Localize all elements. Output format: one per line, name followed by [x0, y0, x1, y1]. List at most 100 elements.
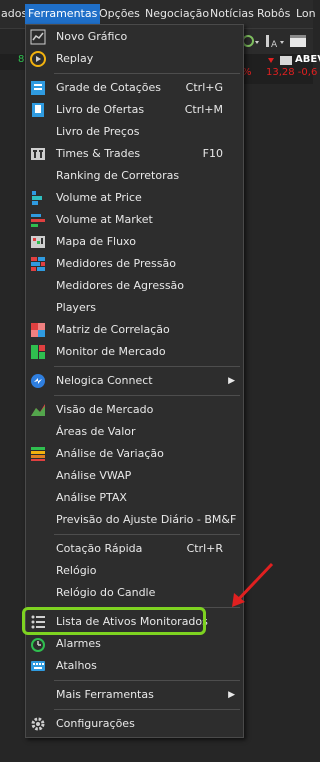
menu-item-label: Análise VWAP: [56, 469, 132, 482]
volume-market-icon: [30, 212, 46, 228]
left-strip: 8: [0, 54, 25, 70]
toolbar-icons[interactable]: A: [240, 29, 313, 54]
menu-separator: [54, 680, 240, 681]
svg-text:A: A: [271, 40, 278, 50]
menu-item-cotacao-rapida[interactable]: Cotação Rápida Ctrl+R: [26, 538, 243, 560]
menu-item-label: Medidores de Agressão: [56, 279, 185, 292]
bar-icon: [266, 35, 269, 47]
menu-item-medidores-de-agressao[interactable]: Medidores de Agressão: [26, 275, 243, 297]
menu-item-ranking-de-corretoras[interactable]: Ranking de Corretoras: [26, 165, 243, 187]
menu-item-replay[interactable]: Replay: [26, 48, 243, 70]
menu-item-label: Replay: [56, 52, 94, 65]
menu-item-livro-de-ofertas[interactable]: Livro de Ofertas Ctrl+M: [26, 99, 243, 121]
menu-item-label: Mapa de Fluxo: [56, 235, 136, 248]
order-book-icon: [30, 102, 46, 118]
menu-item-grade-de-cotacoes[interactable]: Grade de Cotações Ctrl+G: [26, 77, 243, 99]
pressure-icon: [30, 256, 46, 272]
volume-price-icon: [30, 190, 46, 206]
submenu-arrow-icon: ▶: [228, 690, 235, 700]
menu-item-medidores-de-pressao[interactable]: Medidores de Pressão: [26, 253, 243, 275]
menu-item-novo-grafico[interactable]: Novo Gráfico: [26, 26, 243, 48]
menu-item-mais-ferramentas[interactable]: Mais Ferramentas ▶: [26, 684, 243, 706]
menu-item-ferramentas[interactable]: Ferramentas: [25, 4, 101, 24]
times-trades-icon: [30, 146, 46, 162]
menu-item-label: Análise PTAX: [56, 491, 127, 504]
alarm-icon: [30, 636, 46, 652]
menu-item-label: Medidores de Pressão: [56, 257, 176, 270]
menu-item-label: Cotação Rápida: [56, 542, 143, 555]
menu-item-robos[interactable]: Robôs: [254, 4, 293, 24]
menu-item-label: Relógio do Candle: [56, 586, 156, 599]
menu-item-label: Players: [56, 301, 96, 314]
correlation-icon: [30, 322, 46, 338]
ticker-symbol: ABEV: [295, 54, 320, 65]
market-monitor-icon: [30, 344, 46, 360]
gear-icon: [30, 716, 46, 732]
menu-item-areas-de-valor[interactable]: Áreas de Valor: [26, 421, 243, 443]
menu-item-shortcut: Ctrl+G: [185, 81, 223, 94]
menu-item-nelogica-connect[interactable]: Nelogica Connect ▶: [26, 370, 243, 392]
menu-item-label: Matriz de Correlação: [56, 323, 170, 336]
toolbar: A: [240, 29, 313, 54]
chevron-down-icon: [280, 41, 284, 44]
menu-item-label: Novo Gráfico: [56, 30, 128, 43]
ticker-strip[interactable]: ABEV % 13,28 -0,6: [240, 54, 320, 84]
menu-item-relogio-do-candle[interactable]: Relógio do Candle: [26, 582, 243, 604]
menu-item-noticias[interactable]: Notícias: [207, 4, 257, 24]
menu-item-label: Relógio: [56, 564, 97, 577]
menu-item-matriz-de-correlacao[interactable]: Matriz de Correlação: [26, 319, 243, 341]
menu-item-previsao-do-ajuste-diario-bm-f[interactable]: Previsão do Ajuste Diário - BM&F: [26, 509, 243, 531]
ticker-price: 13,28 -0,6: [266, 67, 318, 78]
menu-item-volume-at-price[interactable]: Volume at Price: [26, 187, 243, 209]
flow-map-icon: [30, 234, 46, 250]
menu-item-negociacao[interactable]: Negociação: [142, 4, 212, 24]
variation-icon: [30, 446, 46, 462]
market-view-icon: [30, 402, 46, 418]
menu-item-longo[interactable]: Lon: [293, 4, 319, 24]
menu-item-visao-de-mercado[interactable]: Visão de Mercado: [26, 399, 243, 421]
menu-item-shortcut: F10: [202, 147, 223, 160]
menu-separator: [54, 395, 240, 396]
menu-item-analise-de-variacao[interactable]: Análise de Variação: [26, 443, 243, 465]
menu-item-analise-ptax[interactable]: Análise PTAX: [26, 487, 243, 509]
menu-item-alarmes[interactable]: Alarmes: [26, 633, 243, 655]
quote-grid-icon: [30, 80, 46, 96]
menu-item-label: Áreas de Valor: [56, 425, 136, 438]
menu-item-label: Nelogica Connect: [56, 374, 153, 387]
menu-item-volume-at-market[interactable]: Volume at Market: [26, 209, 243, 231]
menu-item-shortcut: Ctrl+M: [184, 103, 223, 116]
menu-item-label: Alarmes: [56, 637, 101, 650]
menu-item-label: Atalhos: [56, 659, 97, 672]
menu-item-relogio[interactable]: Relógio: [26, 560, 243, 582]
menu-item-shortcut: Ctrl+R: [186, 542, 223, 555]
menu-item-label: Times & Trades: [56, 147, 141, 160]
menu-item-mapa-de-fluxo[interactable]: Mapa de Fluxo: [26, 231, 243, 253]
menu-separator: [54, 366, 240, 367]
replay-icon: [30, 51, 46, 67]
menu-item-atalhos[interactable]: Atalhos: [26, 655, 243, 677]
menu-item-opcoes[interactable]: Opções: [96, 4, 143, 24]
menu-item-configuracoes[interactable]: Configurações: [26, 713, 243, 735]
menu-item-livro-de-precos[interactable]: Livro de Preços: [26, 121, 243, 143]
menu-item-players[interactable]: Players: [26, 297, 243, 319]
chart-icon: [30, 29, 46, 45]
logo-icon: [280, 56, 292, 65]
menu-item-label: Visão de Mercado: [56, 403, 154, 416]
menu-item-label: Livro de Preços: [56, 125, 140, 138]
down-arrow-icon: [268, 58, 274, 63]
menu-item-analise-vwap[interactable]: Análise VWAP: [26, 465, 243, 487]
menu-item-times-trades[interactable]: Times & Trades F10: [26, 143, 243, 165]
connect-icon: [30, 373, 46, 389]
menu-item-label: Configurações: [56, 717, 135, 730]
highlight-box: [22, 607, 206, 635]
submenu-arrow-icon: ▶: [228, 376, 235, 386]
menu-separator: [54, 709, 240, 710]
left-value: 8: [18, 54, 25, 65]
menu-item-label: Monitor de Mercado: [56, 345, 166, 358]
menu-item-monitor-de-mercado[interactable]: Monitor de Mercado: [26, 341, 243, 363]
menu-item-label: Livro de Ofertas: [56, 103, 145, 116]
menu-separator: [54, 73, 240, 74]
refresh-icon: [242, 35, 254, 47]
menu-item-label: Volume at Price: [56, 191, 142, 204]
menu-item-label: Grade de Cotações: [56, 81, 162, 94]
